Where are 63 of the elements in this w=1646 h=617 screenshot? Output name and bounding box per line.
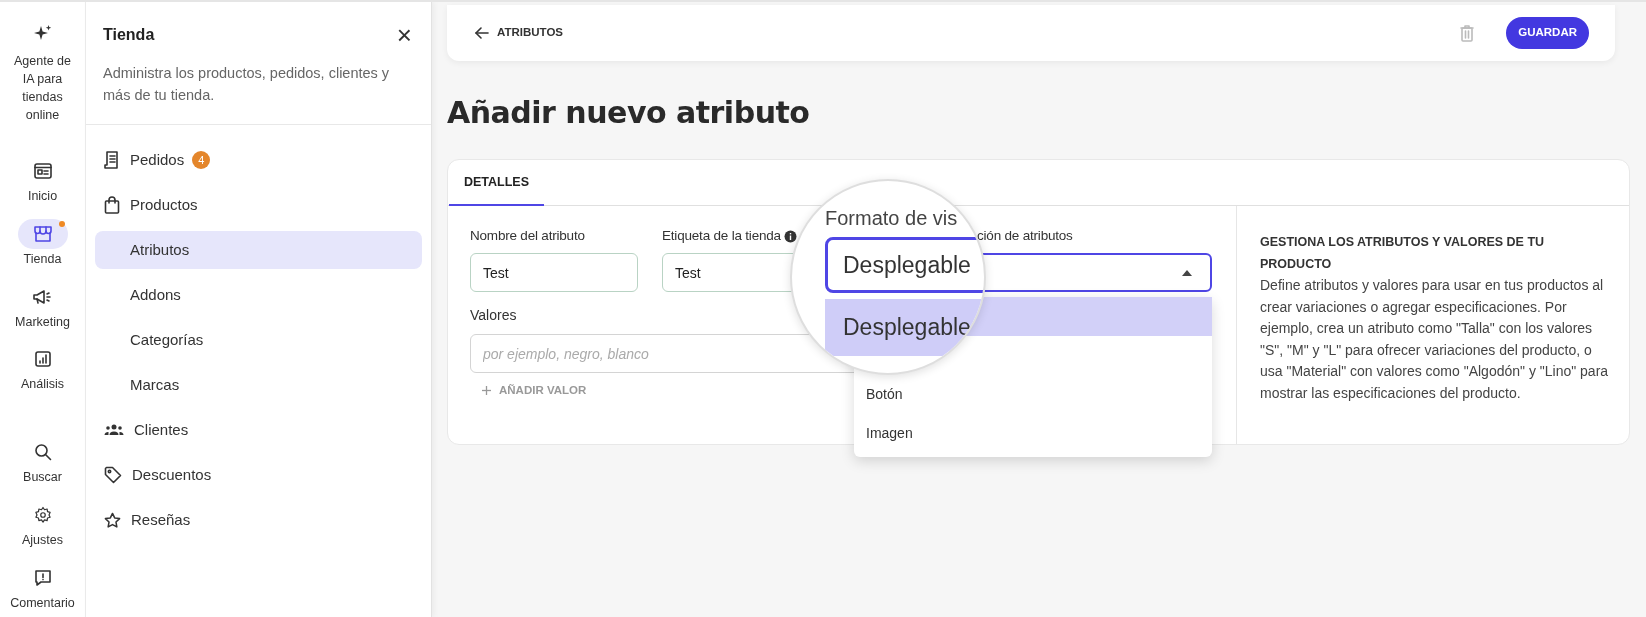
tab[interactable]: DETALLES (449, 160, 545, 206)
menu-label: Clientes (134, 419, 189, 440)
menu-label: Pedidos (130, 149, 185, 170)
caret-icon (1182, 269, 1192, 276)
field-label: Valores (470, 306, 517, 325)
menu-label: Descuentos (132, 464, 212, 485)
menu-label: Addons (130, 284, 181, 305)
trash-icon (1460, 24, 1475, 42)
magnified-label: Formato de vis (825, 206, 958, 231)
star-icon (104, 511, 121, 529)
field-label: Nombre del atributo (470, 226, 585, 245)
menu-label: Categorías (130, 329, 204, 350)
dropdown-option[interactable]: Botón (854, 375, 1212, 414)
menu-item[interactable]: Reseñas (95, 501, 422, 539)
menu-item[interactable]: Clientes (95, 411, 422, 449)
count-badge: 4 (192, 151, 211, 169)
feedback-icon (33, 568, 52, 587)
magnified-option: Desplegable (825, 299, 984, 356)
dropdown-option[interactable]: Imagen (854, 414, 1212, 453)
menu-item[interactable]: Categorías (95, 321, 422, 359)
panel-title: Tienda (103, 25, 155, 45)
people-icon (104, 423, 124, 437)
settings-icon (33, 505, 52, 524)
menu-label: Marcas (130, 374, 180, 395)
page-title: Añadir nuevo atributo (447, 94, 811, 132)
tag-icon (104, 466, 122, 484)
rail-label[interactable]: Análisis (20, 375, 65, 394)
menu-item[interactable]: Descuentos (95, 456, 422, 494)
menu-item[interactable]: Pedidos 4 (95, 141, 422, 179)
store-icon (32, 224, 53, 243)
menu-label: Atributos (130, 239, 190, 260)
arrow-left-icon (475, 27, 489, 39)
receipt-icon (104, 151, 120, 169)
close-button[interactable]: × (396, 22, 414, 48)
back-link[interactable]: ATRIBUTOS (475, 24, 564, 42)
rail-label[interactable]: Comentario (10, 593, 75, 613)
rail-label[interactable]: Buscar (23, 468, 62, 487)
rail-label[interactable]: Inicio (27, 187, 58, 206)
menu-item[interactable]: Addons (95, 276, 422, 314)
rail-button[interactable] (17, 218, 68, 249)
save-button[interactable]: GUARDAR (1506, 17, 1589, 49)
window-icon (33, 163, 52, 179)
field-label: ción de atributos (977, 226, 1073, 245)
panel-description: Administra los productos, pedidos, clientes y más de tu tienda. (103, 64, 391, 105)
magnified-value: Desplegable (843, 250, 971, 280)
help-title: GESTIONA LOS ATRIBUTOS Y VALORES DE TU PRODUCTO (1260, 234, 1546, 273)
search-icon (33, 443, 52, 461)
chart-icon (34, 351, 51, 368)
menu-label: Reseñas (131, 509, 191, 530)
menu-item[interactable]: Productos (95, 186, 422, 224)
field-label: Etiqueta de la tienda (662, 226, 781, 245)
agent-label[interactable]: Agente de IA para tiendas online (7, 52, 78, 124)
rail-label[interactable]: Marketing (15, 312, 70, 332)
plus-icon (482, 386, 491, 396)
menu-item[interactable]: Marcas (95, 366, 422, 404)
menu-item[interactable]: Atributos (95, 231, 422, 269)
rail-label[interactable]: Tienda (23, 249, 62, 269)
rail-label[interactable]: Ajustes (22, 530, 63, 550)
help-text: Define atributos y valores para usar en tus productos al crear variaciones o agregar especificaciones. Por ejemplo, crea un atributo como "Talla" con los valores "S", "M" y "L" para ofrecer variaciones del producto, o usa "Material" con valores como "Algodón" y "Lino" para mostrar las especificaciones del producto. (1260, 276, 1610, 403)
menu-label: Productos (130, 194, 198, 215)
bag-icon (104, 196, 120, 214)
text-field[interactable]: Test (470, 253, 638, 292)
megaphone-icon (32, 288, 53, 305)
